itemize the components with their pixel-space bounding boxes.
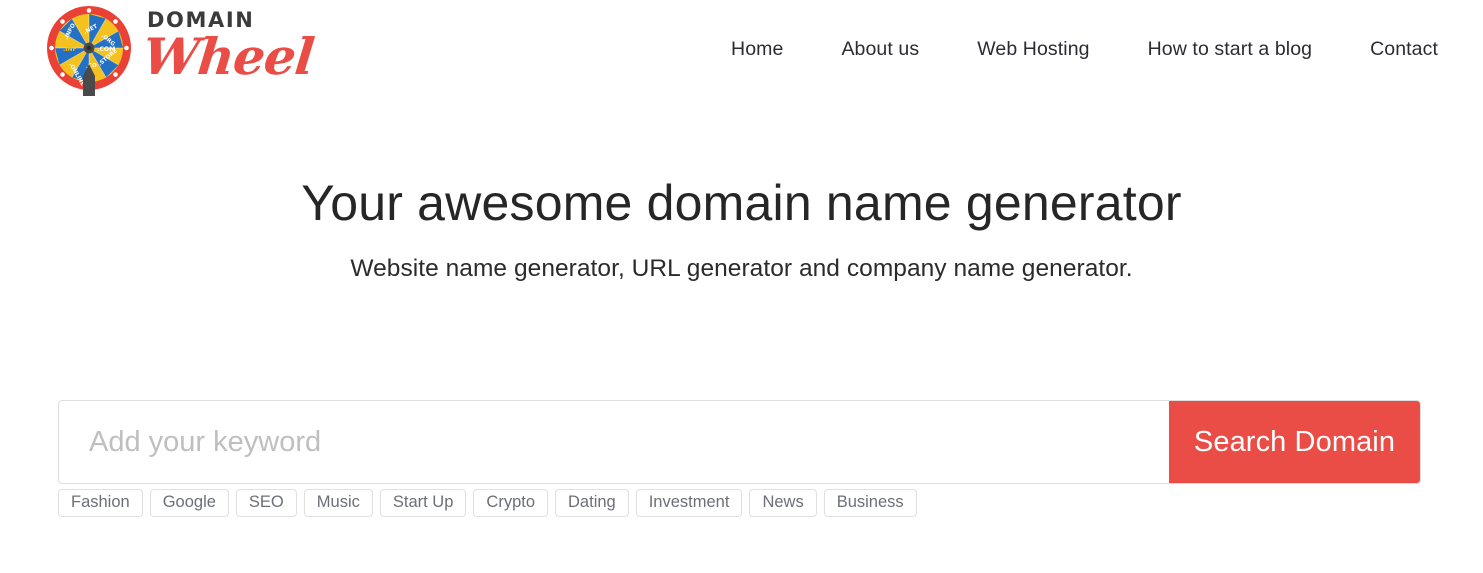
tag-chip-business[interactable]: Business xyxy=(823,489,917,517)
tag-chip-music[interactable]: Music xyxy=(303,489,373,517)
main-navigation: Home About us Web Hosting How to start a… xyxy=(731,0,1438,98)
page-subtitle: Website name generator, URL generator an… xyxy=(350,254,1133,282)
brand-wordmark: DOMAIN Wheel xyxy=(139,10,317,87)
tag-chip-dating[interactable]: Dating xyxy=(555,489,629,517)
nav-item-home[interactable]: Home xyxy=(731,38,783,61)
domain-wheel-icon: .COM .NET .INFO .ORG .STORE .ONLINE .CO … xyxy=(45,4,133,96)
keyword-suggestion-tags: Fashion Google SEO Music Start Up Crypto… xyxy=(58,489,1421,517)
nav-item-about-us[interactable]: About us xyxy=(841,38,919,61)
search-row: Search Domain xyxy=(58,400,1421,484)
tag-chip-start-up[interactable]: Start Up xyxy=(379,489,467,517)
site-header: .COM .NET .INFO .ORG .STORE .ONLINE .CO … xyxy=(0,0,1483,100)
brand-logo-link[interactable]: .COM .NET .INFO .ORG .STORE .ONLINE .CO … xyxy=(45,2,317,98)
svg-text:.INF: .INF xyxy=(63,46,77,53)
tag-chip-fashion[interactable]: Fashion xyxy=(58,489,143,517)
tag-chip-news[interactable]: News xyxy=(749,489,817,517)
page-title: Your awesome domain name generator xyxy=(301,175,1182,231)
tag-chip-crypto[interactable]: Crypto xyxy=(473,489,549,517)
brand-word-wheel: Wheel xyxy=(139,27,317,86)
nav-item-contact[interactable]: Contact xyxy=(1370,38,1438,61)
domain-search-form: Search Domain xyxy=(58,400,1421,484)
search-domain-button[interactable]: Search Domain xyxy=(1169,401,1420,483)
hero-section: Your awesome domain name generator Websi… xyxy=(0,100,1483,283)
tag-chip-google[interactable]: Google xyxy=(149,489,229,517)
tag-chip-investment[interactable]: Investment xyxy=(635,489,743,517)
search-input[interactable] xyxy=(59,401,1169,483)
tag-chip-seo[interactable]: SEO xyxy=(235,489,297,517)
nav-item-web-hosting[interactable]: Web Hosting xyxy=(977,38,1089,61)
nav-item-how-to-start-a-blog[interactable]: How to start a blog xyxy=(1148,38,1312,61)
